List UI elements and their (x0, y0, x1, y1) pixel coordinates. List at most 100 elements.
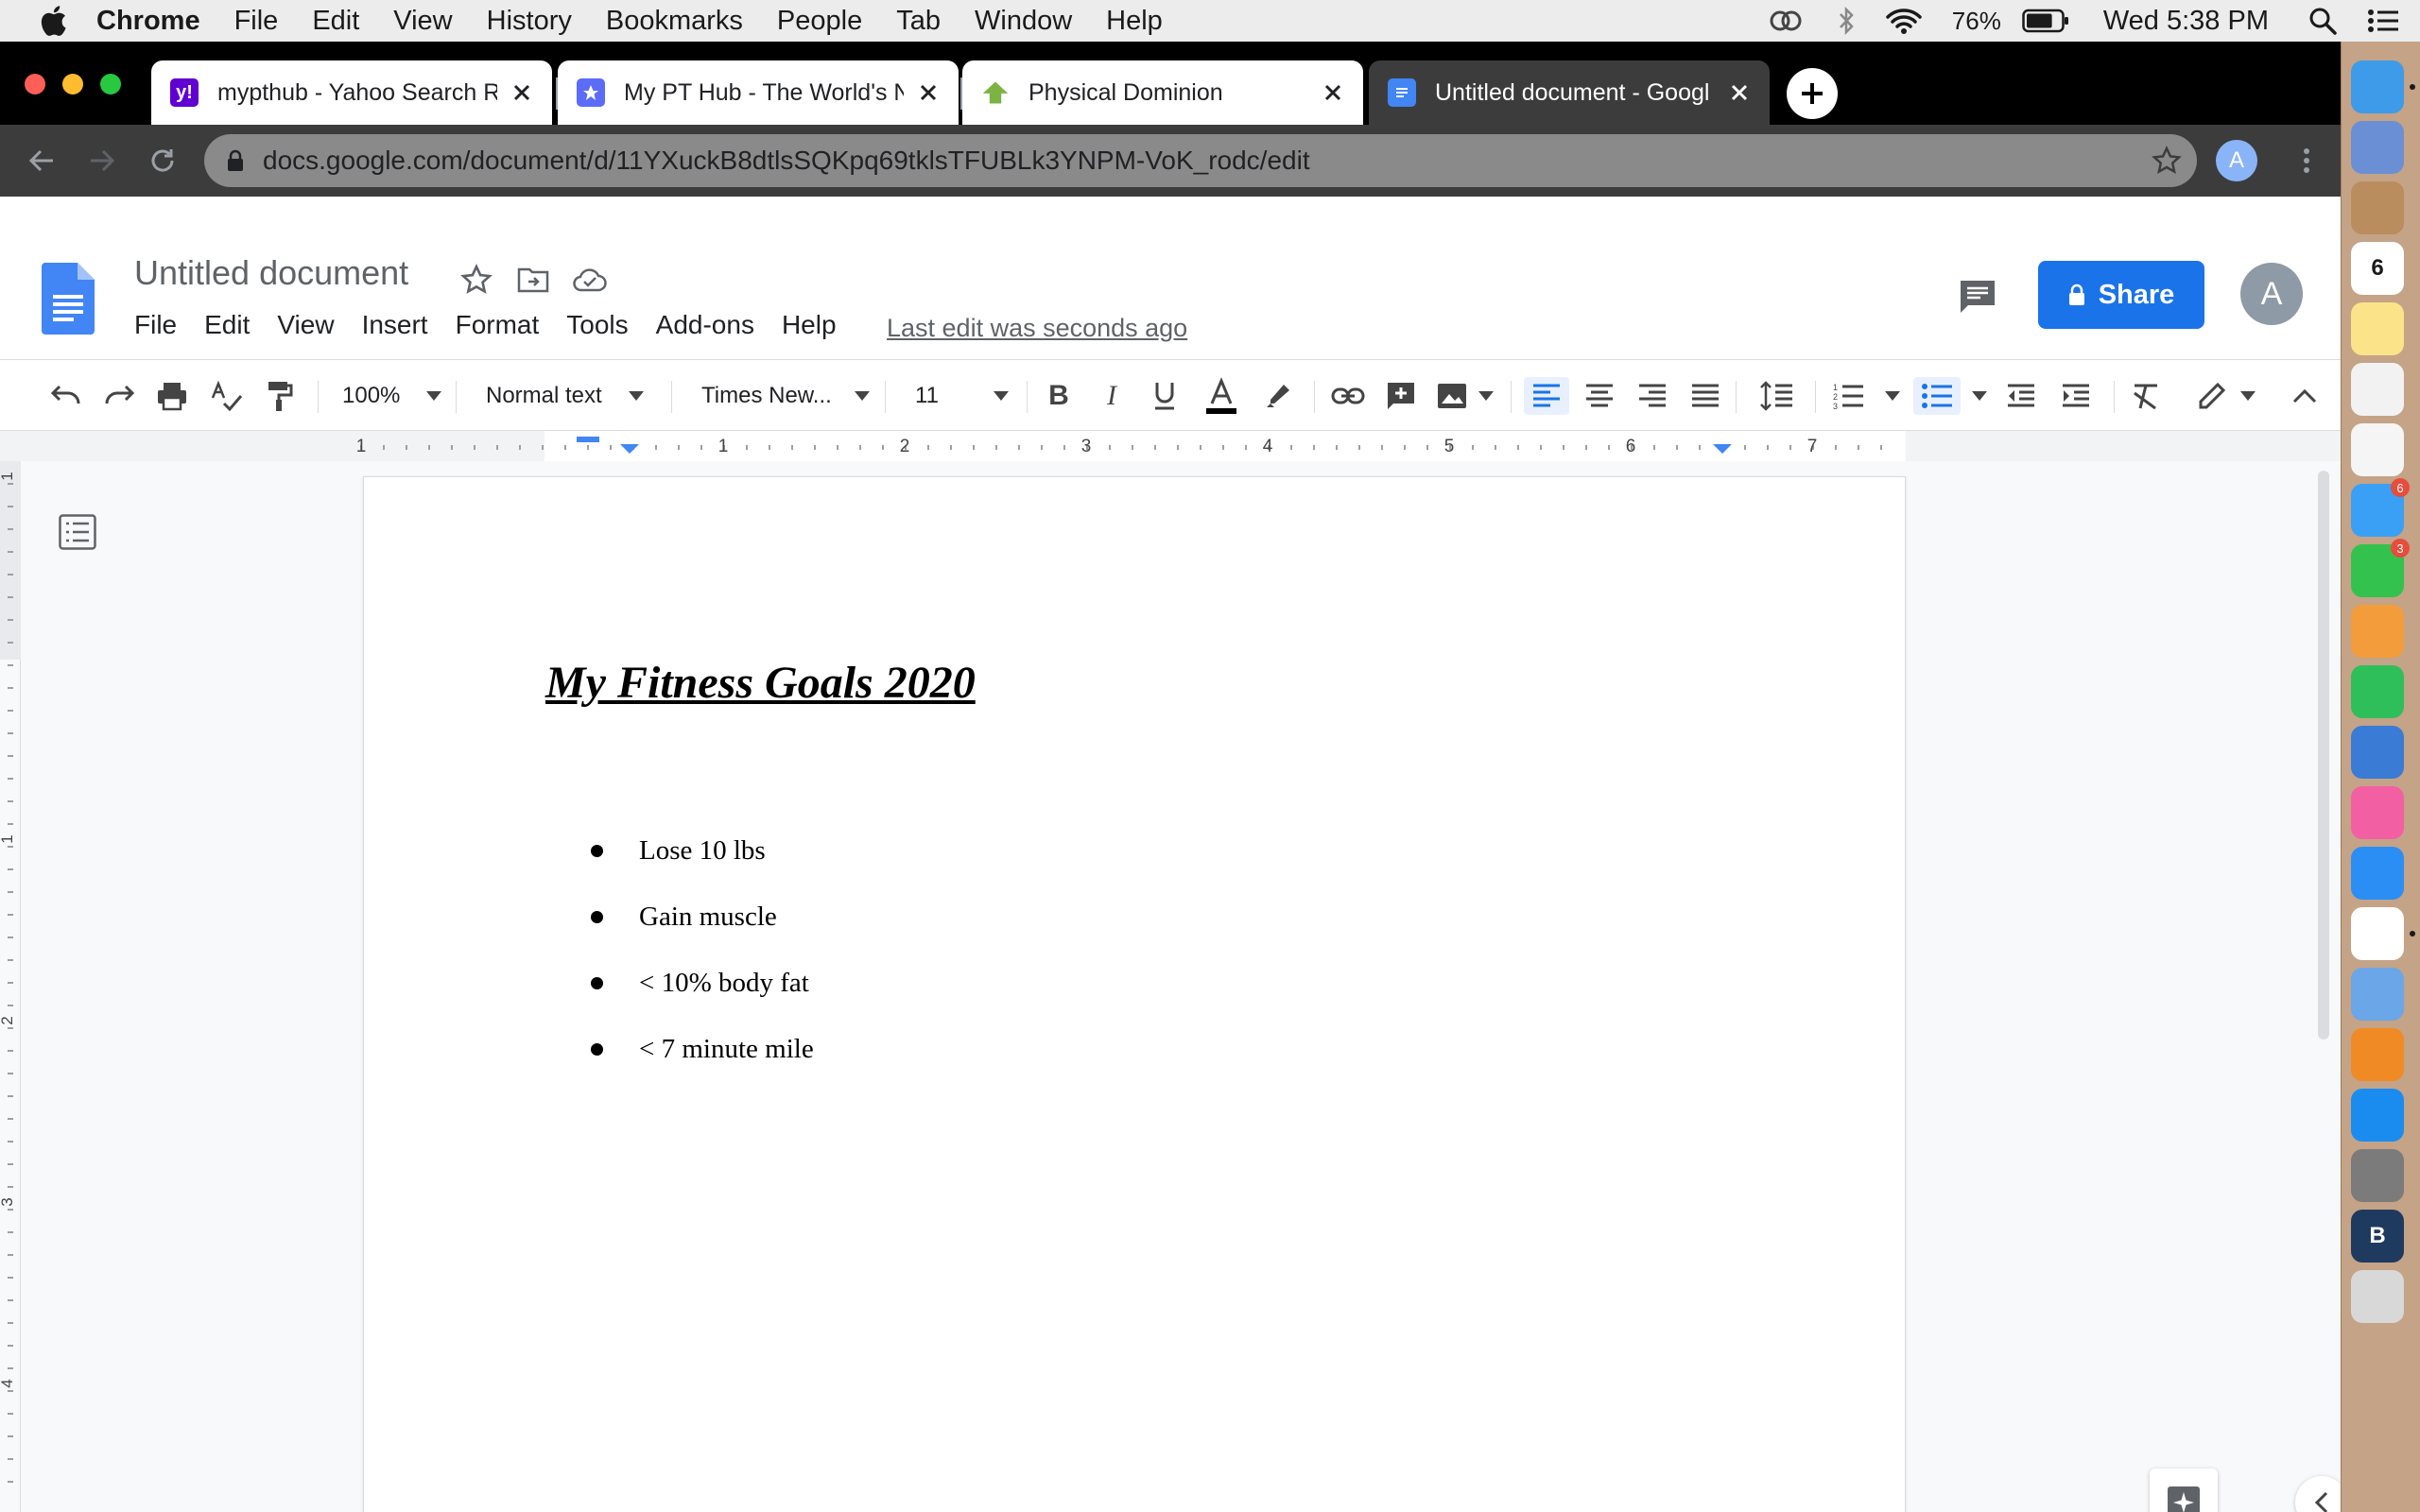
list-item[interactable]: Gain muscle (591, 884, 814, 950)
explore-icon[interactable] (2150, 1469, 2218, 1512)
menu-history[interactable]: History (470, 6, 589, 37)
clear-formatting-icon[interactable] (2127, 377, 2165, 415)
close-tab-icon[interactable] (1320, 79, 1346, 106)
star-icon[interactable] (458, 261, 495, 299)
spellcheck-icon[interactable] (208, 377, 246, 415)
vertical-ruler[interactable]: 1 1 2 3 4 (0, 461, 21, 1512)
docs-menu-file[interactable]: File (134, 310, 177, 340)
reload-icon[interactable] (144, 142, 182, 180)
first-line-indent-marker[interactable] (577, 437, 599, 442)
dock-reminders-icon[interactable] (2351, 363, 2404, 416)
editing-mode-dropdown-icon[interactable] (2229, 377, 2267, 415)
forward-icon[interactable] (83, 142, 121, 180)
dock-photos-icon[interactable] (2351, 423, 2404, 476)
dock-itunes-icon[interactable] (2351, 786, 2404, 839)
redo-icon[interactable] (100, 377, 138, 415)
collapse-menus-icon[interactable] (2286, 377, 2324, 415)
menu-view[interactable]: View (376, 6, 469, 37)
tab-untitled-document[interactable]: Untitled document - Googl (1369, 60, 1770, 125)
docs-menu-insert[interactable]: Insert (362, 310, 428, 340)
dock-safari-icon[interactable] (2351, 847, 2404, 900)
add-comment-icon[interactable] (1382, 377, 1420, 415)
dock-trash-icon[interactable] (2351, 1270, 2404, 1323)
numbered-list-dropdown-icon[interactable] (1874, 377, 1911, 415)
chrome-menu-icon[interactable] (2288, 142, 2325, 180)
docs-menu-addons[interactable]: Add-ons (656, 310, 754, 340)
docs-menu-format[interactable]: Format (456, 310, 540, 340)
cloud-saved-icon[interactable] (571, 261, 609, 299)
dock-ibooks-icon[interactable] (2351, 1028, 2404, 1081)
menu-file[interactable]: File (217, 6, 296, 37)
menu-edit[interactable]: Edit (295, 6, 376, 37)
menu-window[interactable]: Window (958, 6, 1089, 37)
horizontal-ruler[interactable]: 1 1 2 3 4 5 6 7 (0, 431, 2341, 461)
comments-icon[interactable] (1955, 274, 2000, 319)
creative-cloud-icon[interactable] (1750, 8, 1822, 34)
bulleted-list-dropdown-icon[interactable] (1961, 377, 1998, 415)
editing-mode-icon[interactable] (2193, 377, 2231, 415)
menu-people[interactable]: People (760, 6, 879, 37)
back-icon[interactable] (23, 142, 60, 180)
docs-menu-tools[interactable]: Tools (566, 310, 628, 340)
align-justify-icon[interactable] (1686, 377, 1724, 415)
dock-b-app-icon[interactable]: B (2351, 1210, 2404, 1263)
clock[interactable]: Wed 5:38 PM (2084, 6, 2293, 37)
dock-system-preferences-icon[interactable] (2351, 1149, 2404, 1202)
insert-image-icon[interactable] (1433, 377, 1471, 415)
address-bar[interactable]: docs.google.com/document/d/11YXuckB8dtls… (204, 134, 2197, 187)
numbered-list-icon[interactable]: 123 (1830, 377, 1868, 415)
move-to-folder-icon[interactable] (514, 261, 552, 299)
document-outline-icon[interactable] (59, 514, 96, 550)
paragraph-style-select[interactable]: Normal text (486, 377, 644, 415)
dock-messages-icon[interactable]: 6 (2351, 478, 2410, 537)
dock-finder-icon[interactable] (2351, 60, 2404, 113)
wifi-icon[interactable] (1871, 7, 1937, 35)
chrome-profile-avatar[interactable]: A (2216, 140, 2257, 181)
line-spacing-icon[interactable] (1758, 377, 1796, 415)
menu-bookmarks[interactable]: Bookmarks (589, 6, 760, 37)
list-item[interactable]: < 10% body fat (591, 950, 814, 1016)
align-center-icon[interactable] (1581, 377, 1618, 415)
undo-icon[interactable] (47, 377, 85, 415)
docs-logo-icon[interactable] (42, 263, 95, 335)
list-item[interactable]: < 7 minute mile (591, 1016, 814, 1082)
highlight-color-icon[interactable] (1259, 377, 1297, 415)
dock-facetime-icon[interactable]: 3 (2351, 539, 2410, 597)
paint-format-icon[interactable] (261, 377, 299, 415)
document-heading[interactable]: My Fitness Goals 2020 (545, 657, 976, 709)
bookmark-star-icon[interactable] (2152, 146, 2182, 176)
dock-contacts-icon[interactable] (2351, 181, 2404, 234)
insert-link-icon[interactable] (1329, 377, 1367, 415)
dock-calendar-icon[interactable]: 6 (2351, 242, 2404, 295)
insert-image-dropdown-icon[interactable] (1467, 377, 1505, 415)
bulleted-list-icon[interactable] (1913, 377, 1961, 415)
close-window-button[interactable] (25, 74, 45, 94)
dock-pages-icon[interactable] (2351, 605, 2404, 658)
battery-icon[interactable] (2007, 9, 2084, 33)
italic-icon[interactable]: I (1093, 377, 1131, 415)
align-right-icon[interactable] (1634, 377, 1671, 415)
text-color-icon[interactable] (1202, 377, 1240, 415)
font-size-select[interactable]: 11 (915, 377, 1009, 415)
vertical-scrollbar[interactable] (2318, 471, 2329, 1040)
zoom-select[interactable]: 100% (342, 377, 442, 415)
close-tab-icon[interactable] (1726, 79, 1753, 106)
print-icon[interactable] (153, 377, 191, 415)
tab-yahoo-search[interactable]: y! mypthub - Yahoo Search R (151, 60, 552, 125)
spotlight-icon[interactable] (2293, 7, 2352, 35)
last-edit-link[interactable]: Last edit was seconds ago (887, 314, 1187, 343)
dock-chrome-icon[interactable] (2351, 907, 2404, 960)
underline-icon[interactable] (1146, 377, 1184, 415)
close-tab-icon[interactable] (509, 79, 535, 106)
docs-menu-edit[interactable]: Edit (204, 310, 250, 340)
dock-network-icon[interactable] (2351, 968, 2404, 1021)
list-item[interactable]: Lose 10 lbs (591, 817, 814, 884)
dock-notes-icon[interactable] (2351, 302, 2404, 355)
share-button[interactable]: Share (2038, 261, 2204, 329)
dock-numbers-icon[interactable] (2351, 665, 2404, 718)
dock-keynote-icon[interactable] (2351, 726, 2404, 779)
document-title[interactable]: Untitled document (134, 253, 408, 293)
dock-app-store-icon[interactable] (2351, 1089, 2404, 1142)
align-left-icon[interactable] (1524, 377, 1569, 415)
docs-menu-view[interactable]: View (277, 310, 334, 340)
